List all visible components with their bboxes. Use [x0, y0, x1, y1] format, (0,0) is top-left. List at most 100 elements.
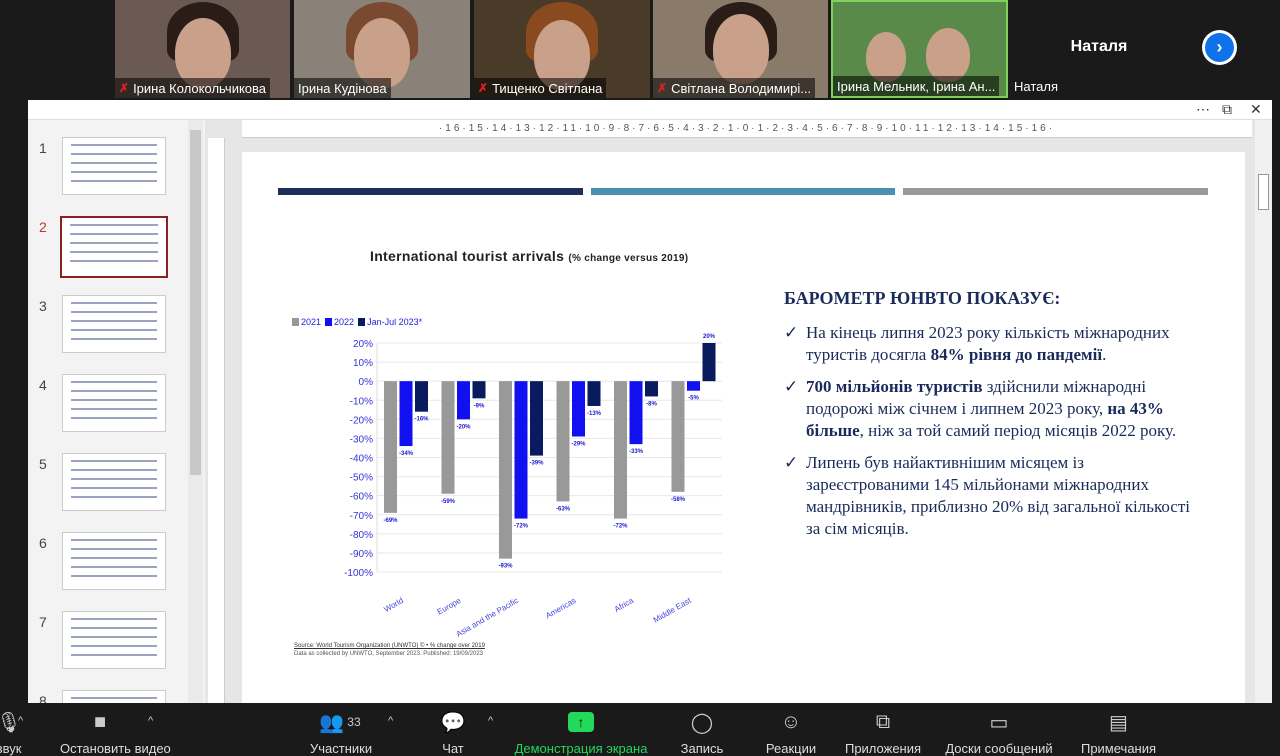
data-label: -72%: [514, 524, 529, 530]
data-label: -9%: [474, 403, 485, 409]
legend-item: 2021: [292, 317, 321, 327]
data-label: -20%: [456, 424, 471, 430]
toolbar-label: Участники: [310, 741, 373, 756]
bar-jan-jul-2023-: [415, 381, 428, 412]
legend-swatch: [325, 318, 333, 326]
notes-button[interactable]: ▤ Примечания: [1075, 709, 1162, 756]
slide-canvas: International tourist arrivals (% change…: [242, 152, 1245, 703]
slide-number: 3: [39, 298, 47, 314]
slide-thumbnail[interactable]: [62, 532, 166, 590]
close-icon[interactable]: ✕: [1250, 101, 1262, 118]
caret-up-icon[interactable]: ^: [488, 715, 493, 727]
legend-swatch: [292, 318, 299, 326]
chart-subtitle: (% change versus 2019): [568, 253, 689, 264]
bullet-item: ✓ 700 мільйонів туристів здійснили міжнар…: [784, 376, 1204, 442]
y-tick-label: -20%: [350, 415, 373, 426]
bullet-bold: 700 мільйонів туристів: [806, 377, 983, 396]
slide-number: 2: [39, 219, 47, 235]
data-label: -63%: [556, 506, 571, 512]
data-label: -5%: [688, 396, 699, 402]
record-button[interactable]: ◯ Запись: [668, 709, 736, 756]
slide-thumbnail[interactable]: [62, 295, 166, 353]
restore-icon[interactable]: ⧉: [1222, 101, 1232, 118]
slide-thumbnail[interactable]: [62, 374, 166, 432]
bar-jan-jul-2023-: [587, 381, 601, 406]
toolbar-label: Реакции: [765, 741, 817, 756]
y-tick-label: -30%: [350, 434, 373, 445]
bar-jan-jul-2023-: [702, 343, 716, 382]
more-icon[interactable]: ⋯: [1196, 101, 1210, 118]
toolbar-label: Примечания: [1080, 741, 1157, 756]
slide-number: 4: [39, 377, 47, 393]
caret-up-icon[interactable]: ^: [148, 715, 153, 727]
right-title: БАРОМЕТР ЮНВТО ПОКАЗУЄ:: [784, 288, 1061, 308]
video-tile[interactable]: ✗ Тищенко Світлана: [474, 0, 650, 98]
horizontal-ruler: ·16·15·14·13·12·11·10·9·8·7·6·5·4·3·2·1·…: [242, 120, 1252, 138]
slide-thumbnail[interactable]: [62, 137, 166, 195]
chevron-right-icon: ›: [1205, 33, 1234, 62]
toolbar-label: Остановить видео: [60, 741, 171, 756]
share-screen-icon: ↑: [510, 709, 652, 735]
x-tick-label: Americas: [544, 596, 577, 620]
slide-scrollbar[interactable]: [1255, 120, 1272, 703]
y-tick-label: -10%: [350, 396, 373, 407]
participant-name: Ірина Кудінова: [298, 80, 387, 96]
data-label: -58%: [671, 497, 686, 503]
slide-thumbnail[interactable]: [62, 690, 166, 703]
slide-number: 1: [39, 140, 47, 156]
bar-2022: [572, 381, 585, 437]
slide-number: 5: [39, 456, 47, 472]
video-tile[interactable]: ✗ Ірина Колокольчикова: [115, 0, 290, 98]
slide-thumbnail[interactable]: [60, 216, 168, 278]
video-button[interactable]: ■ Остановить видео: [60, 709, 171, 756]
vertical-ruler: [208, 138, 225, 703]
legend-label: Jan-Jul 2023*: [367, 317, 423, 327]
video-tile[interactable]: Наталя Наталя: [1010, 0, 1188, 98]
y-tick-label: 0%: [359, 377, 374, 388]
next-page-button[interactable]: ›: [1202, 30, 1237, 65]
y-tick-label: -40%: [350, 454, 373, 465]
whiteboards-button[interactable]: ▭ Доски сообщений: [940, 709, 1058, 756]
bullet-item: ✓ Липень був найактивнішим місяцем із зар…: [784, 452, 1204, 540]
bullet-text: Липень був найактивнішим місяцем із заре…: [806, 453, 1190, 538]
powerpoint-window: ⋯ ⧉ ✕ 1 2 3 4 5 6 7 8 ·16·15·14·13·12·11·10·9·8…: [28, 100, 1272, 703]
chat-button[interactable]: 💬 Чат: [430, 709, 476, 756]
data-label: -59%: [441, 499, 456, 505]
apps-icon: ⧉: [875, 710, 891, 733]
bullet-text: , ніж за той самий період місяців 2022 р…: [859, 421, 1177, 440]
data-label: -93%: [498, 564, 513, 570]
slide-thumbnail[interactable]: [62, 611, 166, 669]
slide-thumbnail-panel: 1 2 3 4 5 6 7 8: [28, 120, 205, 703]
slide-number: 7: [39, 614, 47, 630]
bar-jan-jul-2023-: [472, 381, 486, 399]
bullet-text: .: [1102, 345, 1107, 364]
bar-jan-jul-2023-: [530, 381, 543, 456]
toolbar-label: Доски сообщений: [945, 741, 1053, 756]
video-tile-active[interactable]: Ірина Мельник, Ірина Ан...: [831, 0, 1008, 98]
caret-up-icon[interactable]: ^: [18, 715, 23, 727]
chart-title: International tourist arrivals (% change…: [370, 248, 688, 264]
slide-thumbnail[interactable]: [62, 453, 166, 511]
participant-name: Наталя: [1014, 79, 1058, 94]
caret-up-icon[interactable]: ^: [388, 715, 393, 727]
thumbnail-scrollbar[interactable]: [188, 120, 203, 703]
video-icon: ■: [93, 710, 107, 733]
share-screen-button[interactable]: ↑ Демонстрация экрана: [510, 709, 652, 756]
toolbar-label: звук: [0, 741, 22, 756]
video-tile[interactable]: Ірина Кудінова: [294, 0, 470, 98]
legend-item: 2022: [325, 317, 354, 327]
title-bar: ⋯ ⧉ ✕: [28, 100, 1272, 120]
reactions-button[interactable]: ☺ Реакции: [756, 709, 826, 756]
bar-chart: 20% 10% 0% -10% -20% -30% -40% -50% -60% -70% -80%…: [344, 334, 722, 639]
data-label: -39%: [529, 461, 544, 467]
apps-button[interactable]: ⧉ Приложения: [840, 709, 926, 756]
video-strip: ✗ Ірина Колокольчикова Ірина Кудінова ✗ Ти…: [0, 0, 1280, 100]
bar-2022: [399, 381, 413, 447]
bar-2022: [457, 381, 470, 420]
data-label: -8%: [646, 401, 657, 407]
source-line: Source: World Tourism Organization (UNWT…: [294, 643, 485, 649]
participants-button[interactable]: 👥 33 Участники: [310, 709, 373, 756]
y-tick-label: -70%: [350, 511, 373, 522]
chart-source: Source: World Tourism Organization (UNWT…: [294, 642, 485, 658]
video-tile[interactable]: ✗ Світлана Володимирі...: [653, 0, 828, 98]
